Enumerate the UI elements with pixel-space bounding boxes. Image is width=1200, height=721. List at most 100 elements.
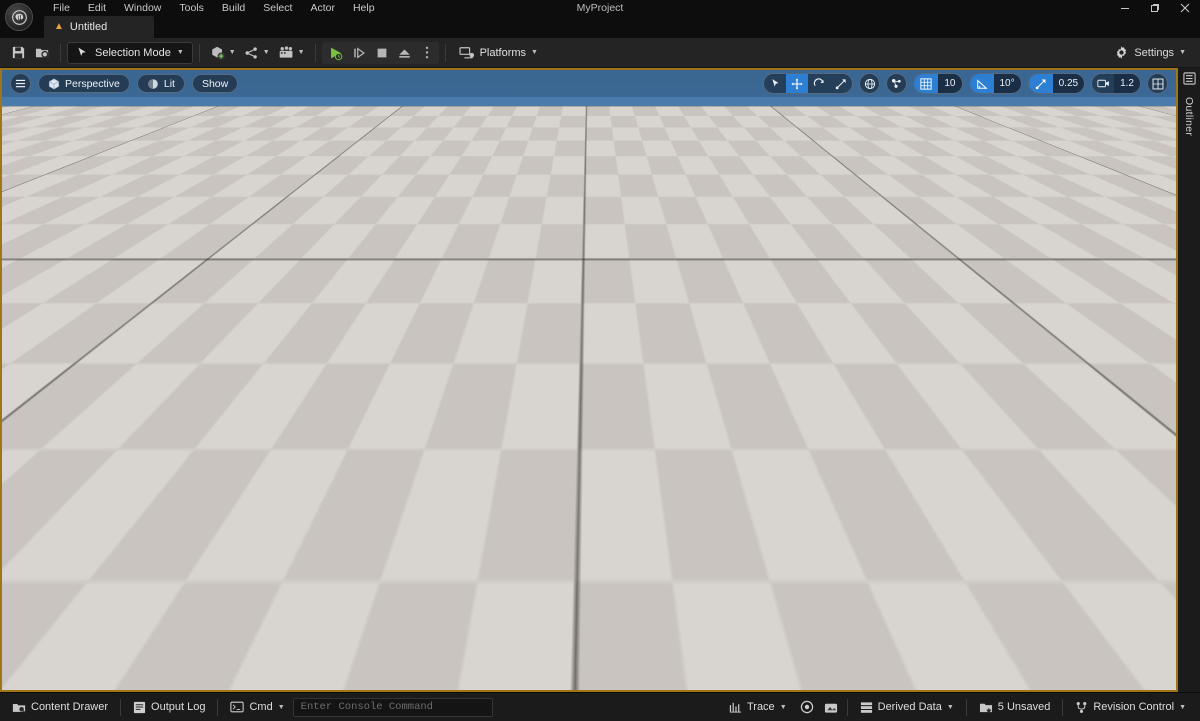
angle-snap-value[interactable]: 10° — [993, 74, 1021, 93]
blueprints-button[interactable]: ▼ — [240, 42, 274, 64]
output-log-button[interactable]: Output Log — [125, 697, 213, 718]
battery-box-terminal-2 — [110, 508, 132, 523]
camera-speed-group: 1.2 — [1091, 73, 1141, 94]
lit-sphere-icon — [148, 78, 158, 89]
move-tool-button[interactable] — [786, 74, 809, 93]
angle-snap-toggle[interactable] — [969, 74, 994, 93]
stop-button[interactable] — [371, 42, 393, 64]
level-viewport[interactable]: BATTERY Perspective Lit Show 10 10° 0.25… — [0, 68, 1178, 692]
scale-snap-toggle[interactable] — [1028, 74, 1053, 93]
derived-data-button[interactable]: Derived Data ▼ — [852, 697, 962, 718]
show-label: Show — [201, 77, 229, 90]
status-divider-2 — [217, 698, 219, 716]
revision-control-button[interactable]: Revision Control ▼ — [1067, 697, 1194, 718]
view-mode-dropdown[interactable]: Lit — [136, 74, 185, 93]
menu-tools[interactable]: Tools — [170, 0, 213, 16]
menu-bar: File Edit Window Tools Build Select Acto… — [0, 0, 1200, 16]
status-divider-4 — [965, 698, 967, 716]
eject-button[interactable] — [393, 42, 416, 64]
status-bar: Content Drawer Output Log Cmd ▼ Enter Co… — [0, 692, 1200, 721]
maximize-button[interactable] — [1140, 0, 1170, 16]
menu-select[interactable]: Select — [254, 0, 301, 16]
camera-speed-toggle[interactable] — [1092, 74, 1114, 93]
menu-file[interactable]: File — [44, 0, 79, 16]
browse-button[interactable] — [30, 42, 54, 64]
settings-button[interactable]: Settings ▼ — [1108, 42, 1192, 64]
browse-icon — [35, 48, 49, 59]
show-flags-dropdown[interactable]: Show — [191, 74, 239, 93]
actor-battery-box[interactable]: BATTERY — [2, 430, 342, 690]
platforms-button[interactable]: Platforms ▼ — [452, 42, 545, 64]
grid-snap-toggle[interactable] — [914, 74, 939, 93]
rotate-arrows-icon — [814, 77, 824, 86]
canister-b-hazard-stripes — [605, 524, 688, 574]
play-button[interactable] — [323, 42, 348, 64]
blueprint-icon — [245, 46, 257, 59]
selection-mode-label: Selection Mode — [95, 46, 171, 59]
toolbar-divider-1 — [60, 43, 61, 62]
unsaved-items-button[interactable]: 5 Unsaved — [971, 697, 1059, 718]
menu-actor[interactable]: Actor — [301, 0, 344, 16]
cmd-dropdown[interactable]: Cmd ▼ — [222, 697, 292, 718]
viewport-options-button[interactable] — [10, 73, 31, 94]
rotate-tool-button[interactable] — [808, 74, 830, 93]
perspective-label: Perspective — [65, 77, 120, 90]
play-options-button[interactable] — [416, 42, 438, 64]
status-divider-1 — [120, 698, 122, 716]
hamburger-menu-icon — [15, 79, 26, 88]
trace-button[interactable]: Trace ▼ — [721, 697, 795, 718]
menu-window[interactable]: Window — [115, 0, 170, 16]
toolbar-divider-4 — [444, 43, 446, 62]
console-command-input[interactable] — [292, 697, 493, 717]
menu-help[interactable]: Help — [344, 0, 384, 16]
close-icon — [1180, 3, 1190, 13]
scale-tool-button[interactable] — [830, 74, 852, 93]
trace-record-button[interactable] — [795, 697, 819, 718]
main-toolbar: Selection Mode ▼ ▼ ▼ ▼ Platforms ▼ Setti… — [0, 38, 1200, 68]
right-dock: Outliner — [1178, 68, 1200, 692]
save-icon — [12, 46, 24, 59]
settings-label: Settings — [1134, 46, 1175, 59]
outliner-icon[interactable] — [1182, 72, 1196, 90]
revision-control-icon — [1077, 701, 1087, 713]
cinematics-button[interactable]: ▼ — [274, 42, 309, 64]
level-warning-icon: ▲ — [54, 21, 64, 32]
outliner-tab[interactable]: Outliner — [1183, 97, 1195, 136]
viewport-toolbar-right: 10 10° 0.25 1.2 — [763, 73, 1168, 94]
transform-tools-group — [763, 73, 854, 94]
menu-edit[interactable]: Edit — [79, 0, 115, 16]
scale-snap-group: 0.25 — [1027, 73, 1086, 94]
grid-snap-value[interactable]: 10 — [938, 74, 962, 93]
perspective-dropdown[interactable]: Perspective — [38, 74, 130, 93]
save-button[interactable] — [6, 42, 30, 64]
content-drawer-button[interactable]: Content Drawer — [4, 697, 116, 718]
add-actor-button[interactable]: ▼ — [206, 42, 240, 64]
cinematics-icon — [279, 45, 293, 58]
maximize-viewport-button[interactable] — [1147, 73, 1168, 94]
unsaved-content-icon — [979, 703, 992, 713]
status-bar-right: Trace ▼ Derived Data ▼ 5 Unsaved Revisio… — [721, 697, 1194, 718]
select-tool-button[interactable] — [764, 74, 786, 93]
surface-snapping-button[interactable] — [886, 73, 908, 94]
actor-red-canister-b[interactable] — [555, 228, 780, 662]
unreal-engine-logo[interactable] — [5, 3, 33, 31]
grid-icon — [920, 77, 932, 90]
maximize-icon — [1151, 4, 1159, 12]
tab-label: Untitled — [69, 21, 108, 33]
tab-strip: ▲ Untitled — [0, 16, 1200, 38]
menu-build[interactable]: Build — [213, 0, 254, 16]
tab-untitled-level[interactable]: ▲ Untitled — [44, 16, 154, 38]
skip-button[interactable] — [348, 42, 371, 64]
chevron-down-icon: ▼ — [531, 49, 538, 56]
scale-snap-value[interactable]: 0.25 — [1052, 74, 1085, 93]
camera-speed-value[interactable]: 1.2 — [1114, 74, 1140, 93]
coordinate-system-button[interactable] — [859, 73, 881, 94]
trace-snapshot-button[interactable] — [819, 697, 843, 718]
outliner-list-icon — [1182, 72, 1196, 85]
minimize-button[interactable] — [1110, 0, 1140, 16]
unsaved-label: 5 Unsaved — [997, 701, 1051, 713]
window-controls — [1110, 0, 1200, 16]
close-button[interactable] — [1170, 0, 1200, 16]
selection-mode-dropdown[interactable]: Selection Mode ▼ — [67, 41, 193, 64]
output-log-icon — [133, 701, 146, 713]
